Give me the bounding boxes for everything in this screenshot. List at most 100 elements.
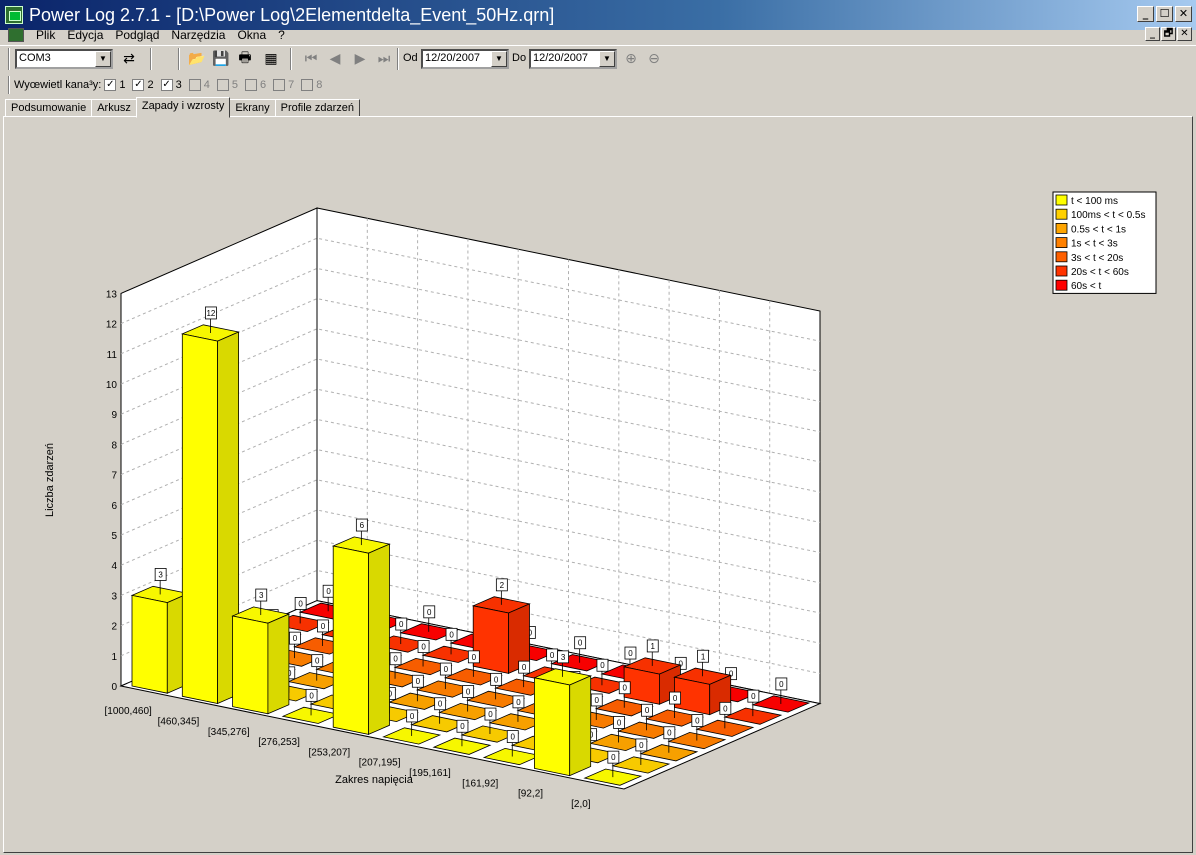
legend-entry: 1s < t < 3s [1071,239,1118,250]
connect-icon[interactable]: ⇄ [118,48,140,70]
bar-front [232,615,269,715]
menu-edycja[interactable]: Edycja [61,28,109,42]
bar-front [472,605,509,674]
channel-4-checkbox[interactable] [188,79,201,91]
minimize-button[interactable]: _ [1137,6,1154,22]
port-value: COM3 [19,52,51,64]
toolbar: COM3 ▼ ⇄ 📂 💾 🖶 ▦ ⏮ ◀ ▶ ⏭ Od 12/20/2007 ▼… [0,45,1196,73]
channel-3-label: 3 [175,79,182,91]
chevron-down-icon[interactable]: ▼ [491,51,507,67]
channel-5-checkbox[interactable] [216,79,229,91]
document-icon[interactable] [8,28,24,42]
data-label: 0 [449,630,454,639]
maximize-button[interactable]: ☐ [1156,6,1173,22]
close-button[interactable]: ✕ [1175,6,1192,22]
from-date-picker[interactable]: 12/20/2007 ▼ [421,49,509,69]
channel-2-label: 2 [147,79,154,91]
mdi-restore-button[interactable]: 🗗 [1161,27,1176,41]
chevron-down-icon[interactable]: ▼ [95,51,111,67]
data-label: 3 [158,570,163,579]
data-label: 0 [427,608,432,617]
legend-swatch [1055,265,1068,277]
tab-profile-zdarzen[interactable]: Profile zdarzeń [274,99,360,117]
menu-podglad[interactable]: Podgląd [109,28,165,42]
export-icon[interactable]: ▦ [260,48,282,70]
channel-3-checkbox[interactable]: ✓ [160,79,173,91]
tab-ekrany[interactable]: Ekrany [229,99,276,117]
next-icon[interactable]: ▶ [349,48,371,70]
chart-panel: 0 1 2 3 4 5 6 7 8 9 10 11 12 13 Liczba zdarzeń 0 0 0 0 0 0 0 0… [3,116,1193,853]
x-tick-label: [92,2] [518,789,543,800]
legend-entry: t < 100 ms [1071,196,1118,207]
channel-2-checkbox[interactable]: ✓ [132,79,145,91]
data-label: 0 [315,657,320,666]
data-label: 0 [628,649,633,658]
mdi-close-button[interactable]: ✕ [1177,27,1192,41]
menu-help[interactable]: ? [272,28,291,42]
channel-7-checkbox[interactable] [273,79,286,91]
data-label: 0 [309,691,314,700]
data-label: 2 [500,581,505,590]
data-label: 0 [421,643,426,652]
channel-1-label: 1 [119,79,126,91]
events-3d-bar-chart: 012345678910111213Liczba zdarzeń00000000… [44,191,1157,810]
x-tick-label: [253,207] [308,747,350,758]
data-label: 0 [410,712,415,721]
port-select[interactable]: COM3 ▼ [15,49,113,69]
first-icon[interactable]: ⏮ [300,48,322,70]
legend-swatch [1055,251,1068,263]
data-label: 0 [326,587,331,596]
data-label: 0 [550,651,555,660]
tab-arkusz[interactable]: Arkusz [91,99,137,117]
legend-swatch [1055,279,1068,291]
x-tick-label: [1000,460] [105,706,152,717]
y-tick-label: 12 [106,320,118,331]
last-icon[interactable]: ⏭ [373,48,395,70]
data-label: 6 [360,521,365,530]
legend-swatch [1055,237,1068,249]
data-label: 0 [695,717,700,726]
y-tick-label: 11 [107,350,118,361]
print-icon[interactable]: 🖶 [234,48,256,70]
chevron-down-icon[interactable]: ▼ [599,51,615,67]
x-tick-label: [460,345] [158,716,200,727]
data-label: 0 [617,718,622,727]
y-tick-label: 0 [111,682,117,693]
open-folder-icon[interactable]: 📂 [186,48,208,70]
data-label: 0 [444,665,449,674]
to-label: Do [512,52,527,64]
zoom-in-icon[interactable]: ⊕ [620,48,642,70]
channel-7-label: 7 [288,79,295,91]
tab-podsumowanie[interactable]: Podsumowanie [5,99,93,117]
y-tick-label: 4 [111,561,117,572]
y-tick-label: 9 [111,410,117,421]
mdi-minimize-button[interactable]: _ [1145,27,1160,41]
tab-zapady-i-wzrosty[interactable]: Zapady i wzrosty [135,97,231,118]
bar-front [332,545,369,735]
menu-narzedzia[interactable]: Narzędzia [165,28,231,42]
data-label: 0 [321,622,326,631]
x-tick-label: [195,161] [409,768,451,779]
data-label: 0 [293,634,298,643]
zoom-out-icon[interactable]: ⊖ [643,48,665,70]
data-label: 0 [522,663,527,672]
data-label: 0 [393,655,398,664]
from-date-value: 12/20/2007 [425,52,481,64]
channel-6-label: 6 [259,79,267,91]
menu-plik[interactable]: Plik [30,28,61,42]
data-label: 0 [667,729,672,738]
data-label: 0 [600,661,605,670]
y-tick-label: 2 [111,622,117,633]
data-label: 0 [416,677,421,686]
channel-6-checkbox[interactable] [244,79,257,91]
channel-8-checkbox[interactable] [301,79,314,91]
legend-entry: 100ms < t < 0.5s [1071,210,1146,221]
data-label: 1 [651,642,656,651]
menu-okna[interactable]: Okna [231,28,272,42]
save-icon[interactable]: 💾 [210,48,232,70]
previous-icon[interactable]: ◀ [324,48,346,70]
channel-1-checkbox[interactable]: ✓ [104,79,117,91]
to-date-picker[interactable]: 12/20/2007 ▼ [529,49,617,69]
bar-side [569,675,592,777]
data-label: 0 [578,639,583,648]
